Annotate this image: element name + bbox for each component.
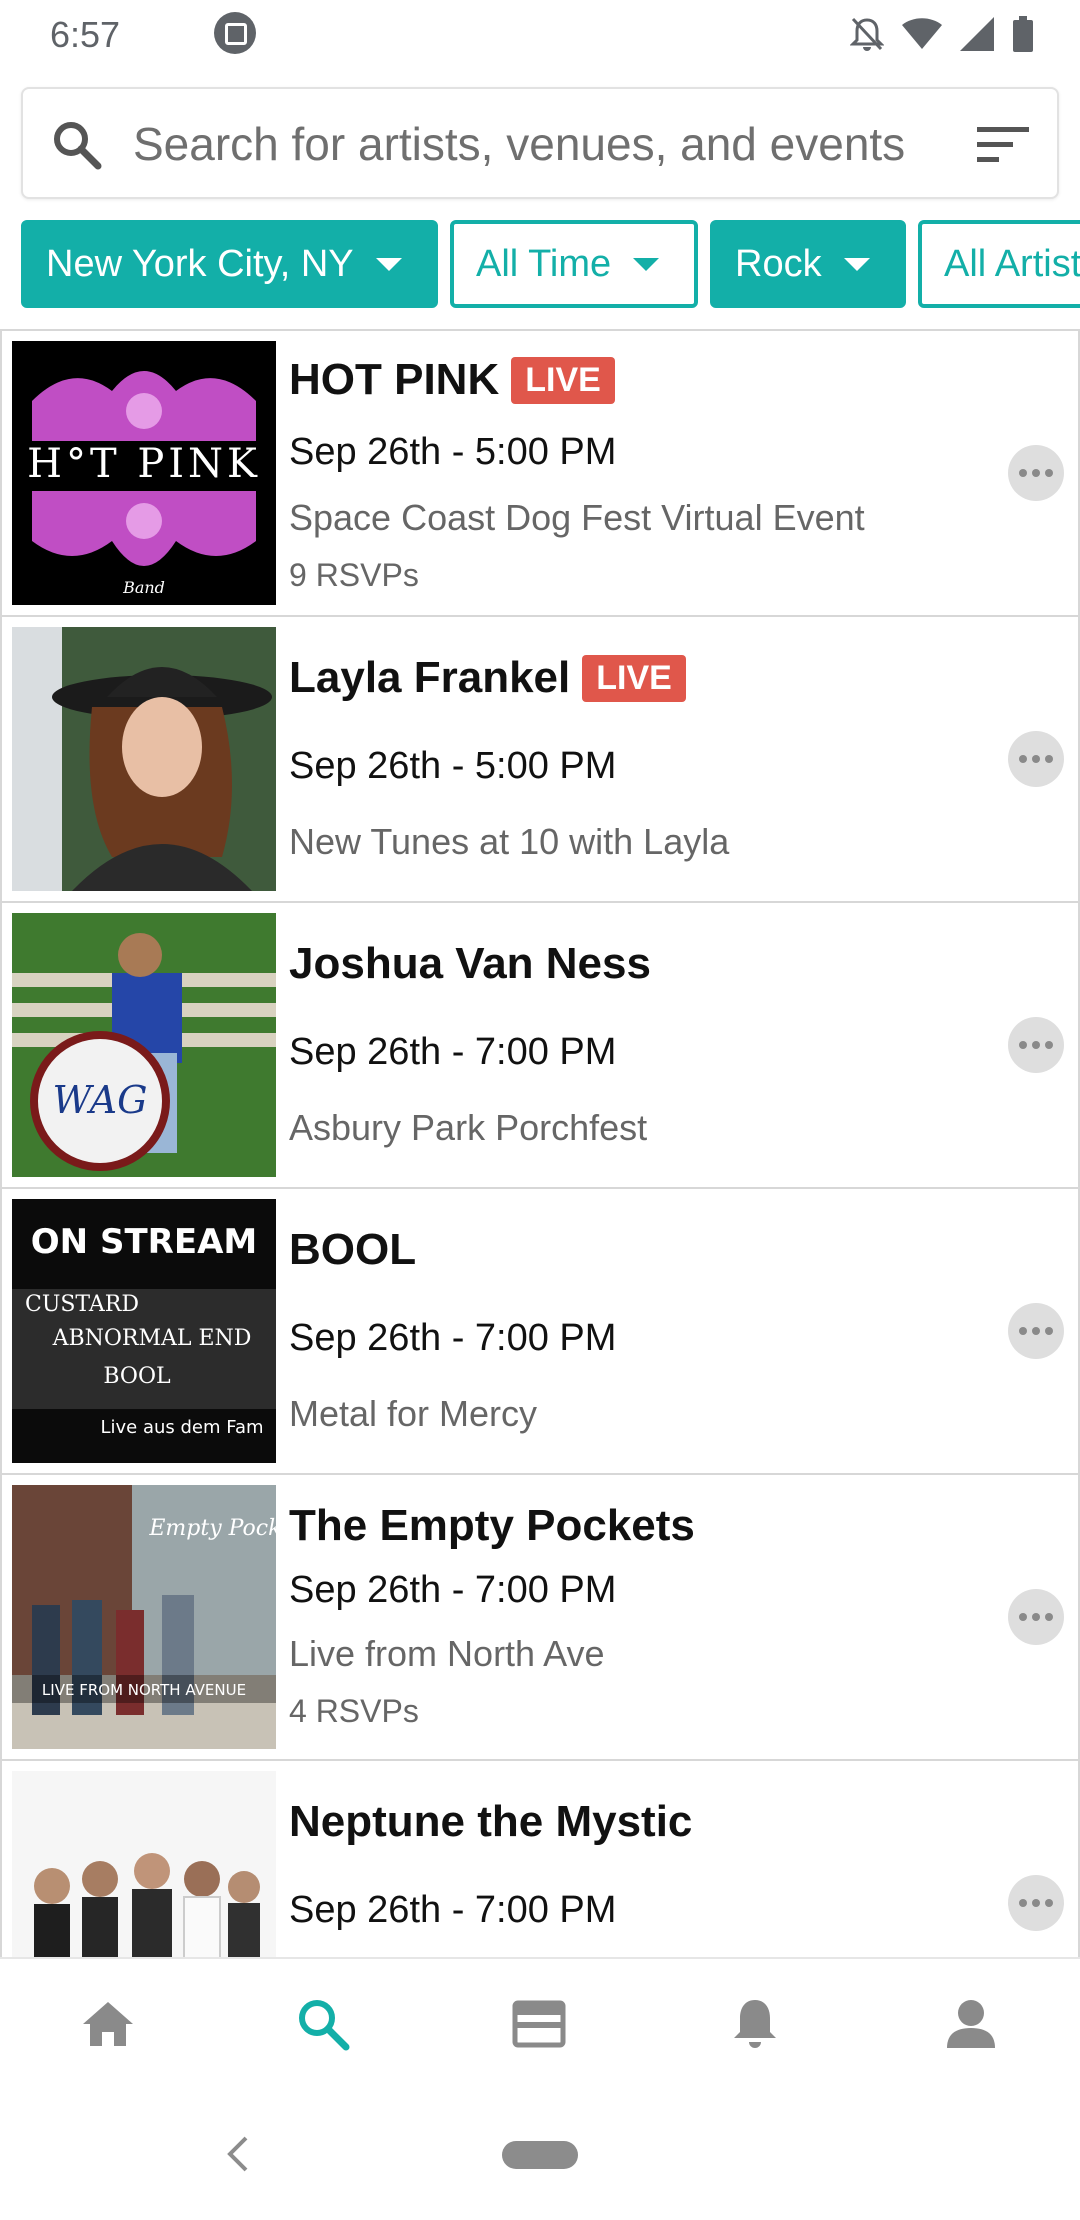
- search-icon: [299, 2000, 350, 2051]
- event-title-line: HOT PINK LIVE: [289, 355, 615, 405]
- more-options-button[interactable]: [1008, 1589, 1064, 1645]
- chip-label: All Artists: [944, 242, 1080, 285]
- thumb-line: CUSTARD: [25, 1292, 139, 1317]
- thumb-title: H°T PINK: [27, 441, 261, 487]
- event-date: Sep 26th - 7:00 PM: [289, 1317, 617, 1359]
- thumb-line: ABNORMAL END: [52, 1326, 252, 1351]
- wifi-icon: [902, 18, 942, 49]
- event-title-line: Layla Frankel LIVE: [289, 653, 686, 703]
- event-date: Sep 26th - 7:00 PM: [289, 1569, 617, 1611]
- cell-signal-icon: [960, 17, 994, 51]
- status-icons: [850, 12, 1034, 56]
- event-thumbnail: [12, 1771, 276, 1957]
- profile-icon: [947, 2000, 995, 2048]
- filter-chips: New York City, NY All Time Rock All Arti…: [21, 220, 1080, 308]
- status-bar: 6:57: [0, 0, 1080, 66]
- event-list: H°T PINK Band HOT PINK LIVE Sep 26th - 5…: [0, 329, 1080, 1957]
- nav-profile[interactable]: [936, 1989, 1006, 2059]
- event-row[interactable]: WAG Joshua Van Ness Sep 26th - 7:00 PM A…: [0, 903, 1080, 1189]
- event-rsvps: 4 RSVPs: [289, 1693, 419, 1729]
- event-venue: Asbury Park Porchfest: [289, 1107, 648, 1148]
- event-venue: Metal for Mercy: [289, 1393, 538, 1434]
- thumb-line: BOOL: [103, 1364, 171, 1389]
- live-badge: LIVE: [582, 654, 686, 702]
- nav-tickets[interactable]: [504, 1989, 574, 2059]
- chevron-down-icon: [843, 257, 870, 271]
- event-row[interactable]: Empty Pockets LIVE FROM NORTH AVENUE The…: [0, 1475, 1080, 1761]
- more-options-button[interactable]: [1008, 445, 1064, 501]
- event-thumbnail: [12, 627, 276, 891]
- home-icon: [83, 2002, 133, 2046]
- bell-icon: [734, 2000, 776, 2048]
- event-title: HOT PINK: [289, 355, 500, 404]
- event-thumbnail: WAG: [12, 913, 276, 1177]
- nav-home[interactable]: [73, 1989, 143, 2059]
- thumb-title: ON STREAM: [31, 1222, 257, 1262]
- event-venue: Live from North Ave: [289, 1633, 605, 1674]
- event-date: Sep 26th - 7:00 PM: [289, 1889, 617, 1931]
- event-row[interactable]: Layla Frankel LIVE Sep 26th - 5:00 PM Ne…: [0, 617, 1080, 903]
- chevron-down-icon: [375, 257, 402, 271]
- artist-filter-chip[interactable]: All Artists: [918, 220, 1080, 308]
- event-venue: Space Coast Dog Fest Virtual Event: [289, 497, 865, 538]
- status-time: 6:57: [50, 14, 121, 55]
- battery-icon: [1013, 16, 1033, 52]
- chevron-down-icon: [633, 257, 660, 271]
- search-bar[interactable]: [21, 87, 1059, 199]
- event-thumbnail: H°T PINK Band: [12, 341, 276, 605]
- event-title: BOOL: [289, 1225, 417, 1274]
- home-gesture-pill[interactable]: [502, 2141, 578, 2169]
- do-not-disturb-bell-icon: [850, 17, 884, 51]
- thumb-subtitle: Band: [122, 578, 165, 597]
- sort-icon[interactable]: [977, 125, 1029, 170]
- chip-label: New York City, NY: [46, 242, 354, 285]
- event-title: The Empty Pockets: [289, 1501, 695, 1550]
- event-row[interactable]: Neptune the Mystic Sep 26th - 7:00 PM: [0, 1761, 1080, 1957]
- event-thumbnail: Empty Pockets LIVE FROM NORTH AVENUE: [12, 1485, 276, 1749]
- thumb-title: LIVE FROM NORTH AVENUE: [42, 1681, 246, 1699]
- genre-filter-chip[interactable]: Rock: [710, 220, 906, 308]
- system-navigation-bar: [0, 2087, 1080, 2220]
- thumb-line: Live aus dem Fam: [100, 1417, 263, 1438]
- more-options-button[interactable]: [1008, 1875, 1064, 1931]
- thumb-subtitle: Empty Pockets: [148, 1516, 276, 1541]
- chip-label: All Time: [476, 242, 612, 285]
- live-badge: LIVE: [511, 356, 615, 404]
- back-icon[interactable]: [226, 2135, 250, 2173]
- app-notification-icon: [214, 12, 256, 54]
- event-rsvps: 9 RSVPs: [289, 557, 419, 593]
- thumb-title: WAG: [53, 1078, 148, 1122]
- more-options-button[interactable]: [1008, 731, 1064, 787]
- event-venue: New Tunes at 10 with Layla: [289, 821, 730, 862]
- event-row[interactable]: ON STREAM CUSTARD ABNORMAL END BOOL Live…: [0, 1189, 1080, 1475]
- event-title: Neptune the Mystic: [289, 1797, 693, 1846]
- search-icon: [51, 119, 103, 176]
- event-title: Joshua Van Ness: [289, 939, 651, 988]
- more-options-button[interactable]: [1008, 1303, 1064, 1359]
- nav-notifications[interactable]: [720, 1989, 790, 2059]
- event-date: Sep 26th - 5:00 PM: [289, 745, 617, 787]
- chip-label: Rock: [735, 242, 822, 285]
- nav-search[interactable]: [288, 1989, 358, 2059]
- event-date: Sep 26th - 5:00 PM: [289, 431, 617, 473]
- event-title: Layla Frankel: [289, 653, 571, 702]
- location-filter-chip[interactable]: New York City, NY: [21, 220, 438, 308]
- search-input[interactable]: [133, 109, 973, 179]
- event-date: Sep 26th - 7:00 PM: [289, 1031, 617, 1073]
- bottom-navigation: [0, 1957, 1080, 2087]
- event-thumbnail: ON STREAM CUSTARD ABNORMAL END BOOL Live…: [12, 1199, 276, 1463]
- time-filter-chip[interactable]: All Time: [450, 220, 698, 308]
- tickets-icon: [512, 2000, 566, 2048]
- more-options-button[interactable]: [1008, 1017, 1064, 1073]
- event-row[interactable]: H°T PINK Band HOT PINK LIVE Sep 26th - 5…: [0, 331, 1080, 617]
